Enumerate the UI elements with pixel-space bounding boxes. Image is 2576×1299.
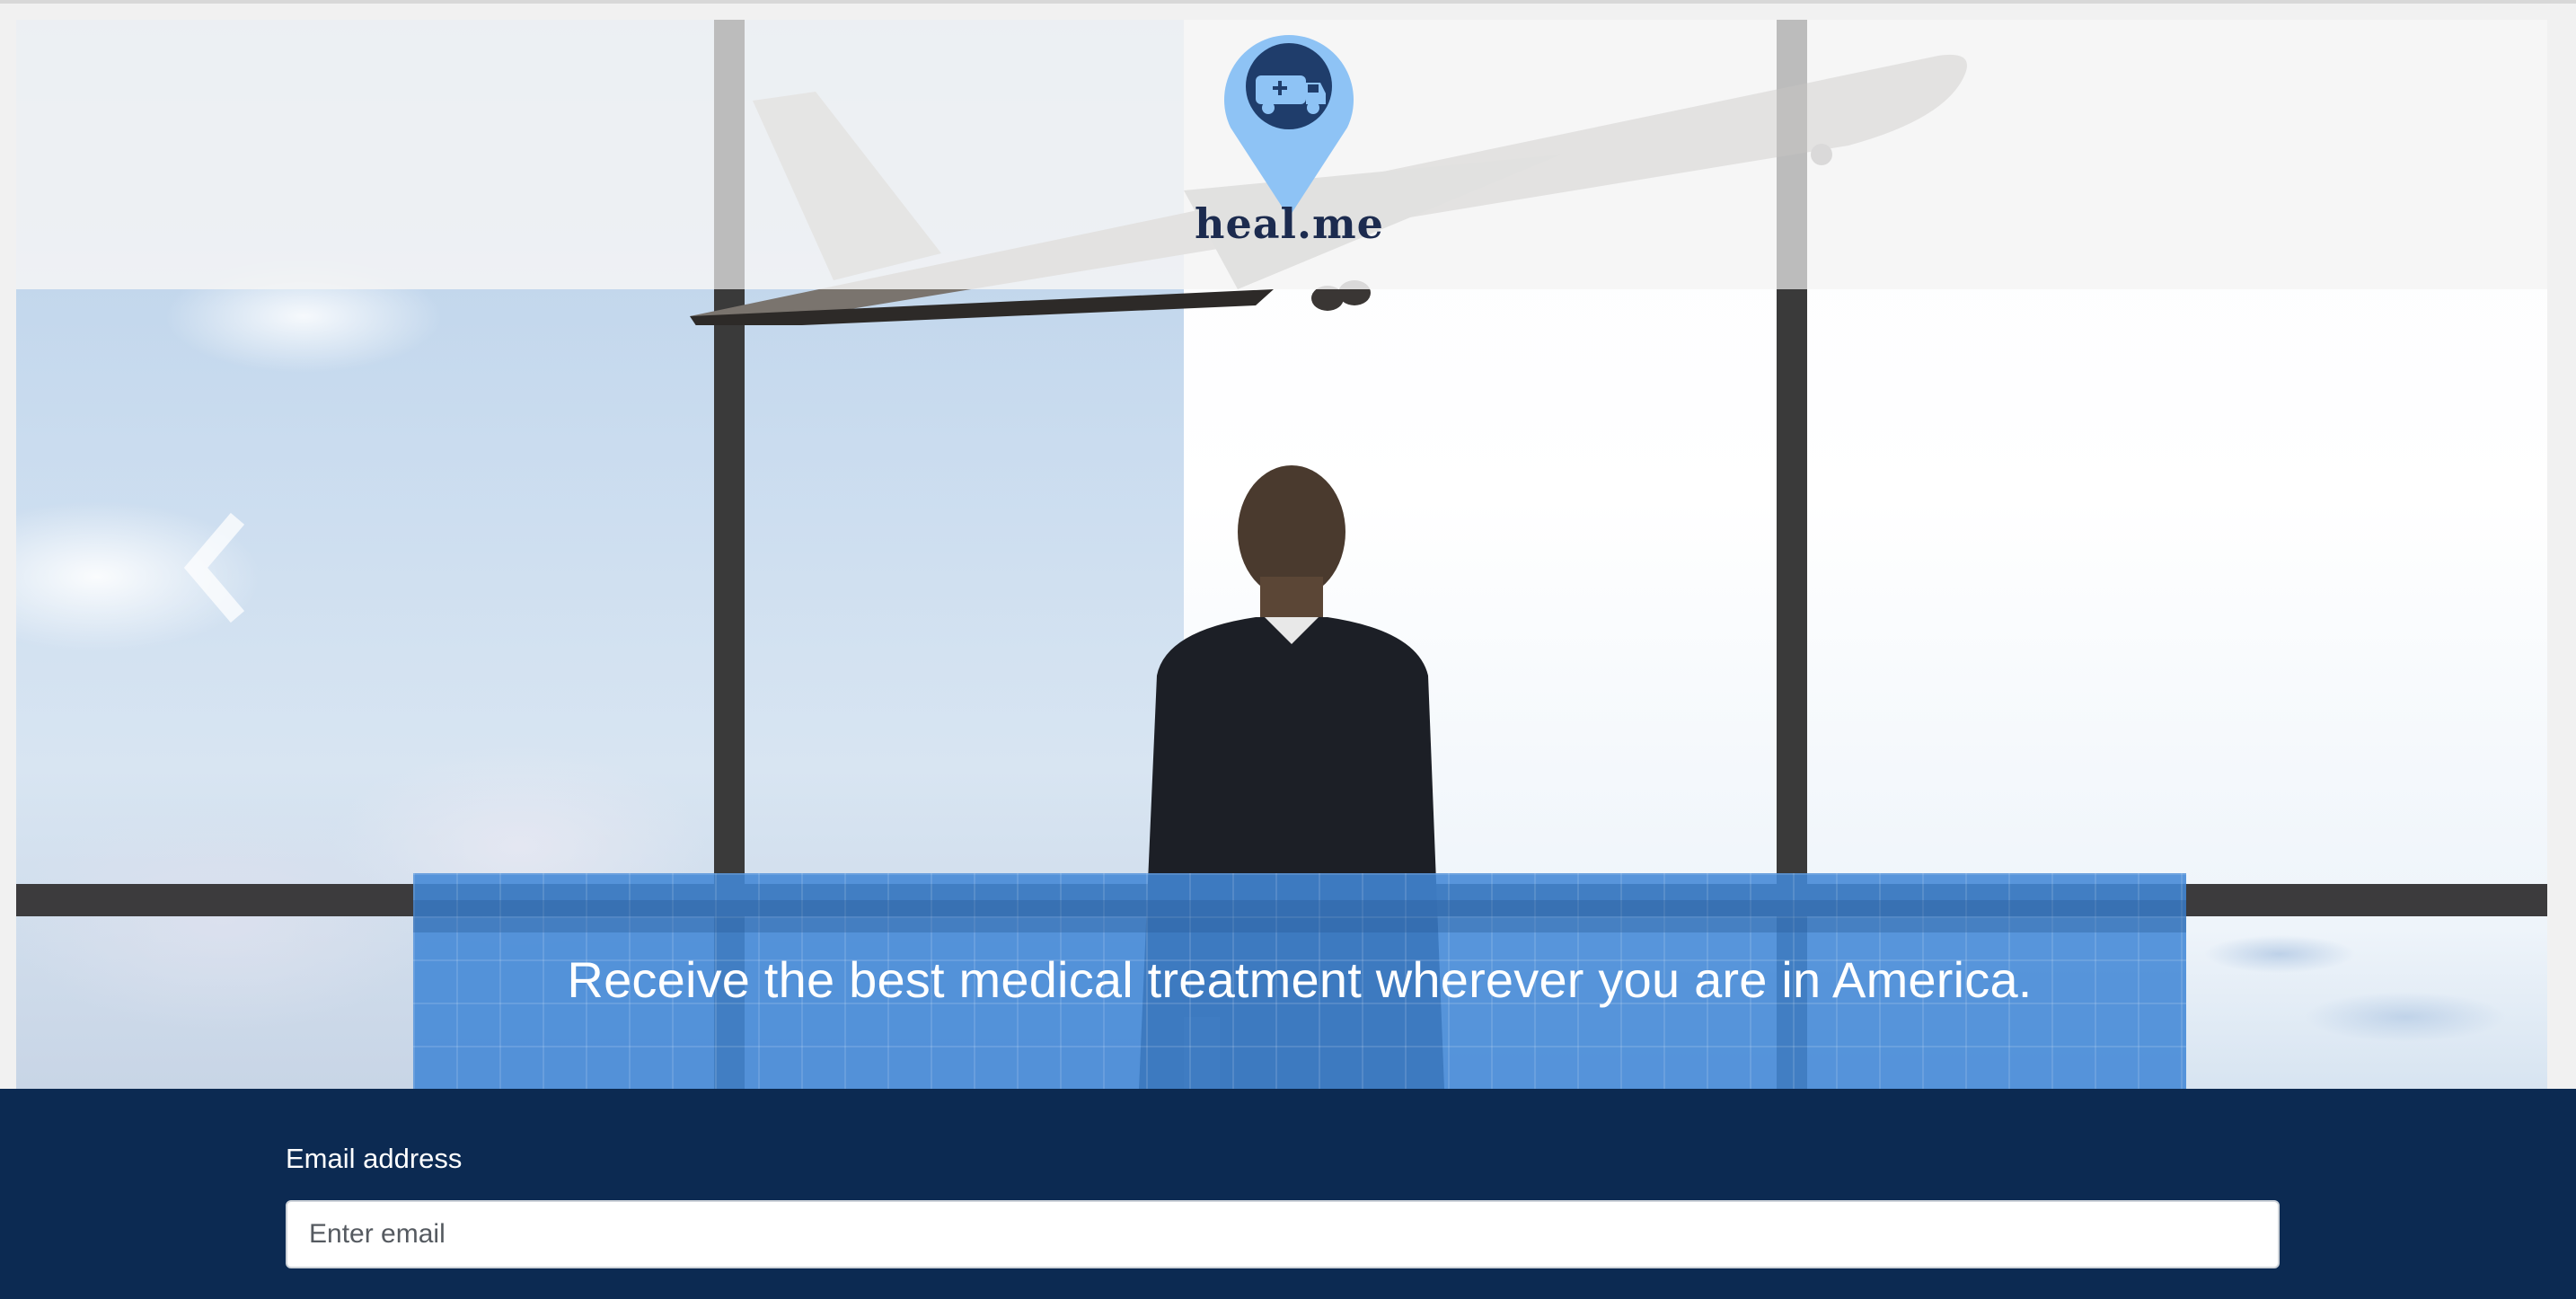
top-border [0, 0, 2576, 4]
logo-wordmark: heal.me [1195, 199, 1384, 248]
window-frame-right-upper [1777, 20, 1807, 289]
tagline-text: Receive the best medical treatment where… [567, 951, 2033, 1008]
banner-stripe [413, 900, 2186, 932]
carousel-prev-button[interactable] [176, 509, 257, 626]
page: Receive the best medical treatment where… [0, 0, 2576, 1299]
heal-me-logo[interactable]: heal.me [1195, 29, 1383, 262]
email-input[interactable] [286, 1200, 2280, 1268]
signup-form: Email address [0, 1089, 2576, 1299]
chevron-left-icon [183, 512, 245, 623]
tagline-banner: Receive the best medical treatment where… [413, 873, 2186, 1089]
email-label: Email address [286, 1143, 463, 1174]
window-frame-left-upper [714, 20, 745, 289]
